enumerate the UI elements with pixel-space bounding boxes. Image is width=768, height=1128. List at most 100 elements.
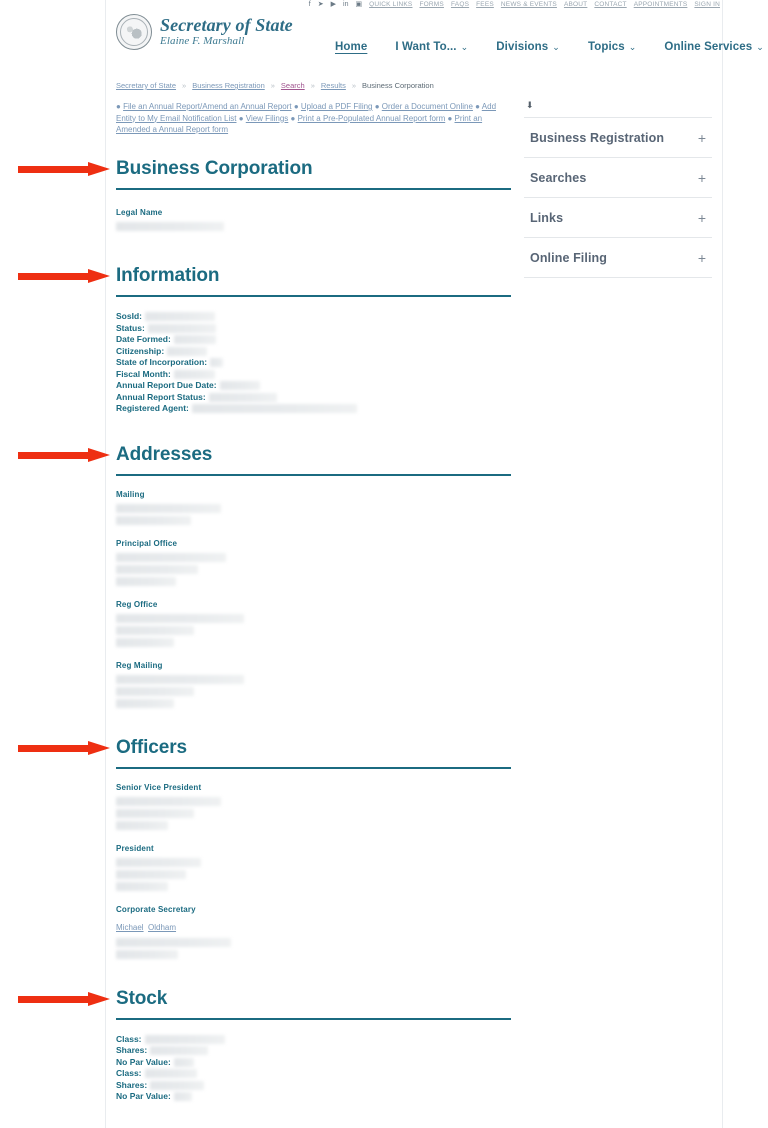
sidebar-accordion: ⬇ Business Registration + Searches + Links + O… <box>524 100 712 278</box>
instagram-icon[interactable]: ▣ <box>355 1 362 9</box>
field-value-redacted <box>173 335 216 345</box>
nav-item-home[interactable]: Home <box>321 39 381 55</box>
breadcrumb-separator: » <box>310 81 315 90</box>
quick-action-links: ● File an Annual Report/Amend an Annual … <box>116 101 511 136</box>
breadcrumb-link-secretary-of-state[interactable]: Secretary of State <box>116 81 176 90</box>
field-value-redacted <box>150 1046 209 1056</box>
field-value-redacted <box>144 312 215 322</box>
officer-block: President <box>116 843 511 891</box>
twitter-icon[interactable]: ➤ <box>318 1 324 9</box>
linkedin-icon[interactable]: in <box>343 1 348 9</box>
field-row: Status: <box>116 323 511 335</box>
sidebar-item-business-registration[interactable]: Business Registration + <box>524 118 712 158</box>
nav-item-i-want-to[interactable]: I Want To... ⌄ <box>381 39 482 55</box>
quick-link-print-a-pre-populated-annual-report-form[interactable]: Print a Pre-Populated Annual Report form <box>298 114 446 123</box>
legal-name-value-redacted <box>116 222 224 231</box>
nav-item-divisions[interactable]: Divisions ⌄ <box>482 39 574 55</box>
utility-link-about[interactable]: ABOUT <box>564 1 587 9</box>
annotation-arrow-2 <box>18 269 110 283</box>
utility-link-quick-links[interactable]: QUICK LINKS <box>369 1 412 9</box>
address-label: Principal Office <box>116 538 178 548</box>
field-label: SosId: <box>116 311 142 321</box>
facebook-icon[interactable]: f <box>309 1 311 9</box>
officer-title: Corporate Secretary <box>116 904 196 914</box>
nav-item-label: I Want To... <box>395 40 457 53</box>
page-border-right <box>722 0 723 1128</box>
youtube-icon[interactable]: ▶ <box>331 1 336 9</box>
bullet-icon: ● <box>116 102 124 111</box>
main-navigation: Home I Want To... ⌄ Divisions ⌄ Topics ⌄ Online… <box>321 38 764 55</box>
nav-item-topics[interactable]: Topics ⌄ <box>574 39 650 55</box>
plus-icon[interactable]: + <box>698 210 706 226</box>
quick-link-view-filings[interactable]: View Filings <box>246 114 289 123</box>
officer-name-link[interactable]: Oldham <box>148 923 176 932</box>
chevron-down-icon: ⌄ <box>756 41 764 52</box>
bullet-icon: ● <box>372 102 382 111</box>
arrow-head <box>88 162 110 176</box>
quick-link-order-a-document-online[interactable]: Order a Document Online <box>382 102 473 111</box>
officer-name: Michael Oldham <box>116 917 511 935</box>
breadcrumb-separator: » <box>182 81 187 90</box>
officer-line-redacted <box>116 949 178 959</box>
officer-name-link[interactable]: Michael <box>116 923 144 932</box>
field-label: Class: <box>116 1033 142 1044</box>
page-root: f ➤ ▶ in ▣ QUICK LINKS FORMS FAQS FEES NEWS & EVE… <box>0 0 768 1128</box>
officer-line-redacted <box>116 808 194 818</box>
arrow-shaft <box>18 166 90 173</box>
state-seal-icon <box>116 14 152 50</box>
utility-link-faqs[interactable]: FAQS <box>451 1 469 9</box>
field-row: Annual Report Status: <box>116 392 511 404</box>
breadcrumb-link-results[interactable]: Results <box>321 81 346 90</box>
section-heading-stock: Stock <box>116 987 168 1009</box>
utility-bar: f ➤ ▶ in ▣ QUICK LINKS FORMS FAQS FEES NEWS & EVE… <box>106 0 722 9</box>
field-label: Shares: <box>116 1045 148 1055</box>
breadcrumb-link-business-registration[interactable]: Business Registration <box>192 81 265 90</box>
plus-icon[interactable]: + <box>698 250 706 266</box>
officer-line-redacted <box>116 869 186 879</box>
nav-item-label: Topics <box>587 40 625 53</box>
utility-link-news-events[interactable]: NEWS & EVENTS <box>501 1 557 9</box>
download-icon[interactable]: ⬇ <box>524 100 712 118</box>
sidebar-item-searches[interactable]: Searches + <box>524 158 712 198</box>
quick-link-file-an-annual-report-amend-an-annual-re[interactable]: File an Annual Report/Amend an Annual Re… <box>123 102 292 111</box>
field-row: No Par Value: <box>116 1091 511 1103</box>
utility-link-sign-in[interactable]: SIGN IN <box>694 1 720 9</box>
section-rule <box>116 1017 511 1020</box>
section-rule <box>116 766 511 769</box>
section-rule <box>116 188 511 190</box>
arrow-head <box>88 991 110 1006</box>
annotation-arrow-3 <box>18 447 110 462</box>
officer-block: Corporate Secretary Michael Oldham <box>116 904 511 959</box>
page-title: Business Corporation <box>116 158 313 179</box>
utility-link-contact[interactable]: CONTACT <box>594 1 626 9</box>
nav-item-online-services[interactable]: Online Services ⌄ <box>650 39 768 55</box>
address-line-redacted <box>116 674 244 684</box>
officer-line-redacted <box>116 796 221 806</box>
breadcrumb-link-search[interactable]: Search <box>281 81 305 90</box>
utility-link-appointments[interactable]: APPOINTMENTS <box>634 1 688 9</box>
annotation-arrow-5 <box>18 991 110 1006</box>
chevron-down-icon: ⌄ <box>460 41 469 52</box>
sidebar-item-online-filing[interactable]: Online Filing + <box>524 238 712 278</box>
sidebar-item-links[interactable]: Links + <box>524 198 712 238</box>
field-label: Annual Report Status: <box>116 391 206 402</box>
address-line-redacted <box>116 637 174 647</box>
utility-link-fees[interactable]: FEES <box>476 1 494 9</box>
plus-icon[interactable]: + <box>698 130 706 146</box>
field-value-redacted <box>210 358 224 368</box>
brand[interactable]: Secretary of State Elaine F. Marshall <box>116 14 293 50</box>
plus-icon[interactable]: + <box>698 170 706 186</box>
arrow-shaft <box>18 273 90 280</box>
quick-link-upload-a-pdf-filing[interactable]: Upload a PDF Filing <box>301 102 373 111</box>
bullet-icon: ● <box>236 113 246 123</box>
bullet-icon: ● <box>472 102 482 111</box>
field-value-redacted <box>219 381 260 391</box>
arrow-shaft <box>18 744 90 752</box>
field-row: Fiscal Month: <box>116 369 511 381</box>
breadcrumb-current: Business Corporation <box>362 81 434 90</box>
utility-link-forms[interactable]: FORMS <box>419 1 443 9</box>
page-border-left <box>105 0 106 1128</box>
field-value-redacted <box>147 323 216 333</box>
site-header: Secretary of State Elaine F. Marshall Ho… <box>106 10 764 72</box>
field-label: Status: <box>116 322 145 333</box>
